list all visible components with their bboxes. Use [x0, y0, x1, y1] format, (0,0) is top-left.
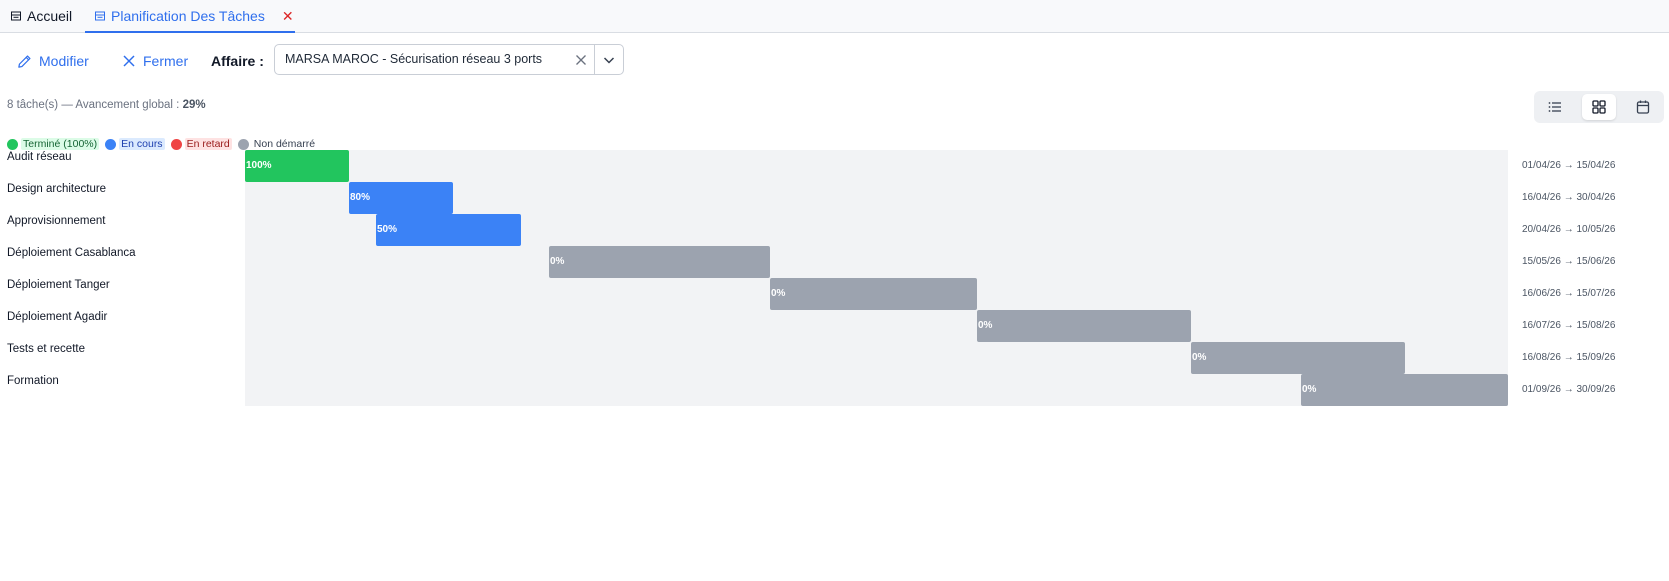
task-name: Design architecture	[7, 183, 107, 195]
task-dates: 16/07/26 → 15/08/26	[1522, 320, 1616, 331]
red-dot-icon	[170, 138, 182, 150]
edit-button-label: Modifier	[39, 53, 89, 69]
task-dates: 16/04/26 → 30/04/26	[1522, 192, 1616, 203]
affaire-label: Affaire :	[211, 53, 264, 69]
tab-accueil-label: Accueil	[27, 8, 73, 24]
edit-button[interactable]: Modifier	[17, 44, 89, 78]
progress-summary: 8 tâche(s) — Avancement global : 29%	[7, 99, 206, 111]
gantt-bar[interactable]: 50%	[376, 214, 521, 246]
legend-not-started-label: Non démarré	[253, 138, 316, 150]
view-switch	[1534, 91, 1664, 123]
legend-in-progress-label: En cours	[119, 138, 165, 150]
task-name: Déploiement Casablanca	[7, 247, 136, 259]
gantt-row: Formation 0% 01/09/26 → 30/09/26	[0, 374, 1669, 406]
gantt-bar[interactable]: 80%	[349, 182, 453, 214]
task-dates: 01/04/26 → 15/04/26	[1522, 160, 1616, 171]
pencil-icon	[18, 54, 31, 68]
affaire-select[interactable]: MARSA MAROC - Sécurisation réseau 3 port…	[274, 44, 624, 75]
gantt-track: 0%	[245, 374, 1508, 406]
gantt-row: Déploiement Casablanca 0% 15/05/26 → 15/06…	[0, 246, 1669, 278]
calendar-view-button[interactable]	[1626, 94, 1660, 120]
gantt-track: 80%	[245, 182, 1508, 214]
calendar-icon	[1636, 100, 1650, 114]
gantt-bar[interactable]: 0%	[770, 278, 977, 310]
task-dates: 16/06/26 → 15/07/26	[1522, 288, 1616, 299]
status-legend: Terminé (100%) En cours En retard Non dé…	[7, 137, 323, 151]
summary-percent: 29%	[182, 99, 206, 111]
chevron-down-icon[interactable]	[601, 52, 617, 68]
tab-accueil[interactable]: Accueil	[11, 0, 72, 32]
gantt-row: Design architecture 80% 16/04/26 → 30/04/2…	[0, 182, 1669, 214]
legend-done: Terminé (100%)	[7, 138, 100, 150]
gantt-bar[interactable]: 0%	[1301, 374, 1508, 406]
list-view-button[interactable]	[1538, 94, 1572, 120]
gantt-bar[interactable]: 0%	[1191, 342, 1405, 374]
grid-view-button[interactable]	[1582, 94, 1616, 120]
gantt-chart: Audit réseau 100% 01/04/26 → 15/04/26 Desig…	[0, 150, 1669, 406]
task-name: Déploiement Agadir	[7, 311, 108, 323]
close-icon	[123, 55, 135, 67]
summary-text: 8 tâche(s) — Avancement global :	[7, 99, 183, 111]
gantt-track: 0%	[245, 278, 1508, 310]
tab-planification-label: Planification Des Tâches	[111, 8, 265, 24]
gantt-track: 0%	[245, 310, 1508, 342]
green-dot-icon	[7, 138, 18, 150]
select-divider	[594, 45, 595, 74]
gantt-track: 50%	[245, 214, 1508, 246]
affaire-value: MARSA MAROC - Sécurisation réseau 3 port…	[285, 52, 543, 66]
gray-dot-icon	[237, 138, 249, 150]
gantt-track: 100%	[245, 150, 1508, 182]
gantt-bar[interactable]: 0%	[549, 246, 770, 278]
gantt-row: Déploiement Tanger 0% 16/06/26 → 15/07/26	[0, 278, 1669, 310]
gantt-track: 0%	[245, 246, 1508, 278]
task-name: Approvisionnement	[7, 215, 106, 227]
task-name: Déploiement Tanger	[7, 279, 110, 291]
legend-late: En retard	[170, 138, 232, 150]
grid-icon	[1592, 100, 1606, 114]
tab-planification[interactable]: Planification Des Tâches ✕	[85, 0, 295, 33]
toolbar: Modifier Fermer Affaire : MARSA MAROC - …	[0, 44, 1669, 78]
close-button-label: Fermer	[143, 53, 189, 69]
legend-in-progress: En cours	[105, 138, 165, 150]
task-name: Formation	[7, 375, 59, 387]
table-icon	[95, 11, 105, 21]
gantt-bar[interactable]: 0%	[977, 310, 1191, 342]
gantt-row: Déploiement Agadir 0% 16/07/26 → 15/08/26	[0, 310, 1669, 342]
task-dates: 16/08/26 → 15/09/26	[1522, 352, 1616, 363]
clear-icon[interactable]	[573, 52, 589, 68]
legend-not-started: Non démarré	[237, 138, 317, 150]
gantt-bar[interactable]: 100%	[245, 150, 349, 182]
legend-done-label: Terminé (100%)	[21, 138, 100, 150]
task-name: Audit réseau	[7, 151, 72, 163]
gantt-row: Approvisionnement 50% 20/04/26 → 10/05/26	[0, 214, 1669, 246]
task-dates: 15/05/26 → 15/06/26	[1522, 256, 1616, 267]
task-dates: 01/09/26 → 30/09/26	[1522, 384, 1616, 395]
legend-late-label: En retard	[184, 138, 232, 150]
tab-close-icon[interactable]: ✕	[282, 8, 294, 25]
gantt-track: 0%	[245, 342, 1508, 374]
task-name: Tests et recette	[7, 343, 85, 355]
blue-dot-icon	[105, 138, 117, 150]
task-dates: 20/04/26 → 10/05/26	[1522, 224, 1616, 235]
list-icon	[1548, 102, 1561, 112]
tab-bar: Accueil Planification Des Tâches ✕	[0, 0, 1669, 33]
gantt-row: Audit réseau 100% 01/04/26 → 15/04/26	[0, 150, 1669, 182]
table-icon	[11, 11, 21, 21]
gantt-row: Tests et recette 0% 16/08/26 → 15/09/26	[0, 342, 1669, 374]
close-button[interactable]: Fermer	[122, 44, 188, 78]
